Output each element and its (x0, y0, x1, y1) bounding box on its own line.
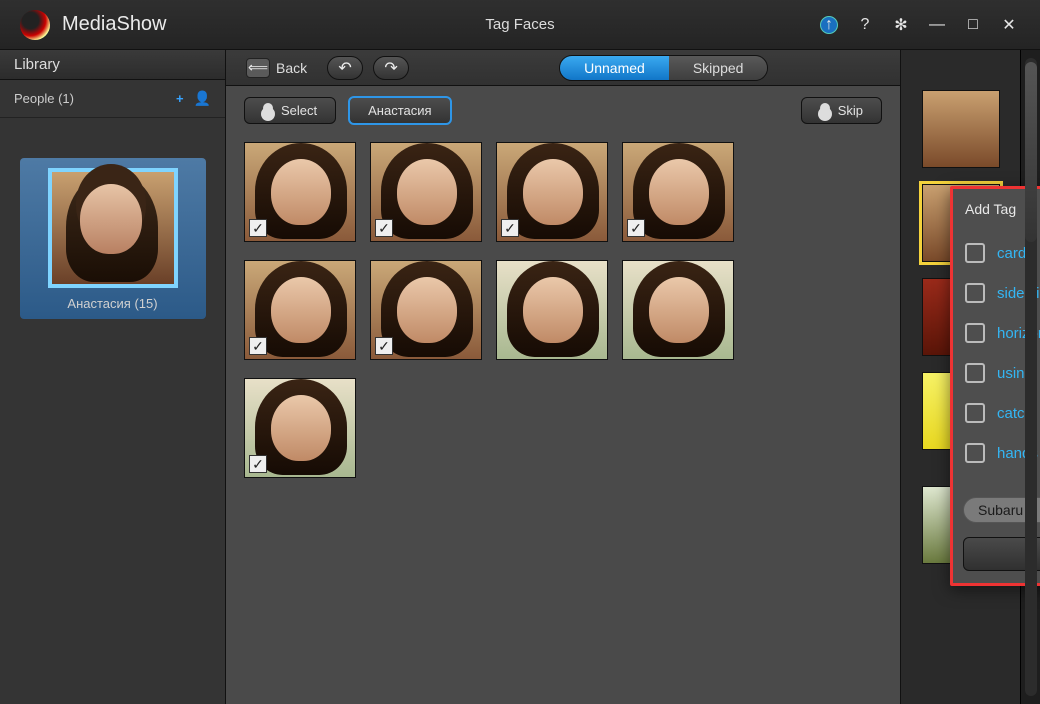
maximize-icon[interactable]: □ (964, 16, 982, 34)
sidebar-header: Library (0, 50, 225, 80)
thumb-checkbox[interactable]: ✓ (249, 455, 267, 473)
tag-checkbox[interactable] (965, 443, 985, 463)
face-thumb[interactable]: ✓ (370, 142, 482, 242)
page-title: Tag Faces (485, 16, 554, 33)
filter-segment: Unnamed Skipped (559, 55, 768, 81)
tag-checkbox[interactable] (965, 363, 985, 383)
undo-button[interactable]: ↶ (327, 56, 363, 80)
skip-button[interactable]: Skip (801, 97, 882, 124)
face-thumb[interactable]: ✓ (244, 260, 356, 360)
content-toolbar: ⟸ Back ↶ ↷ Unnamed Skipped (226, 50, 900, 86)
help-icon[interactable]: ? (856, 16, 874, 34)
segment-skipped[interactable]: Skipped (669, 56, 768, 80)
right-thumb[interactable] (922, 90, 1000, 168)
sidebar-people-row[interactable]: People (1) + 👤 (0, 80, 225, 118)
person-portrait (48, 168, 178, 288)
redo-button[interactable]: ↷ (373, 56, 409, 80)
thumb-checkbox[interactable]: ✓ (501, 219, 519, 237)
thumb-checkbox[interactable]: ✓ (375, 219, 393, 237)
select-button[interactable]: Select (244, 97, 336, 124)
add-person-icon[interactable]: + (176, 91, 184, 106)
title-bar: MediaShow Tag Faces ↑ ? ✻ — □ ✕ (0, 0, 1040, 50)
close-icon[interactable]: ✕ (1000, 16, 1018, 34)
tag-person-icon[interactable]: 👤 (194, 90, 211, 107)
face-grid: ✓ ✓ ✓ ✓ ✓ ✓ ✓ (226, 134, 900, 486)
tag-checkbox[interactable] (965, 403, 985, 423)
settings-icon[interactable]: ✻ (892, 16, 910, 34)
face-thumb[interactable] (496, 260, 608, 360)
minimize-icon[interactable]: — (928, 16, 946, 34)
tag-checkbox[interactable] (965, 283, 985, 303)
tag-checkbox[interactable] (965, 323, 985, 343)
person-name-label: Анастасия (15) (20, 296, 206, 311)
sidebar-person-card[interactable]: Анастасия (15) (20, 158, 206, 319)
upload-icon[interactable]: ↑ (820, 16, 838, 34)
thumb-checkbox[interactable]: ✓ (249, 219, 267, 237)
thumb-checkbox[interactable]: ✓ (249, 337, 267, 355)
scroll-thumb[interactable] (1025, 62, 1037, 242)
back-arrow-icon: ⟸ (246, 58, 270, 78)
thumb-checkbox[interactable]: ✓ (627, 219, 645, 237)
segment-unnamed[interactable]: Unnamed (560, 56, 669, 80)
face-thumb[interactable]: ✓ (622, 142, 734, 242)
person-x-icon (820, 103, 830, 118)
tag-checkbox[interactable] (965, 243, 985, 263)
face-thumb[interactable]: ✓ (244, 378, 356, 478)
face-thumb[interactable]: ✓ (244, 142, 356, 242)
face-thumb[interactable] (622, 260, 734, 360)
face-thumb[interactable]: ✓ (370, 260, 482, 360)
person-plus-icon (263, 103, 273, 118)
popup-title: Add Tag (965, 201, 1016, 217)
thumb-checkbox[interactable]: ✓ (375, 337, 393, 355)
app-logo-icon (20, 10, 50, 40)
name-button[interactable]: Анастасия (348, 96, 451, 125)
selection-toolbar: Select Анастасия Skip (226, 86, 900, 134)
tag-label: card (997, 245, 1026, 262)
back-button[interactable]: ⟸ Back (236, 56, 317, 80)
back-label: Back (276, 60, 307, 76)
sidebar-people-label: People (1) (14, 91, 74, 106)
app-title: MediaShow (62, 13, 167, 36)
face-thumb[interactable]: ✓ (496, 142, 608, 242)
sidebar: Library People (1) + 👤 Анастасия (15) (0, 50, 226, 704)
